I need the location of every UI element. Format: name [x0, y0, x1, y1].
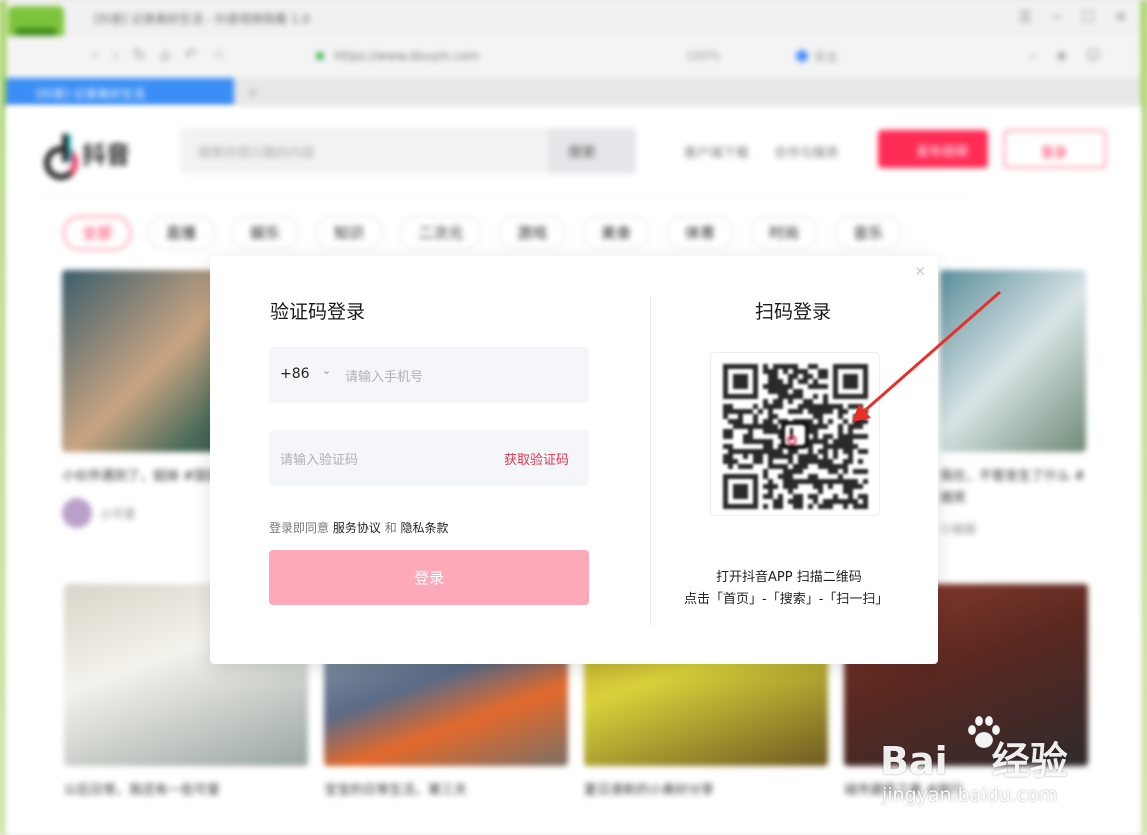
- category-all[interactable]: 全部: [63, 216, 132, 250]
- category-fashion[interactable]: 时尚: [750, 216, 819, 250]
- home-icon[interactable]: ⌂: [160, 45, 170, 64]
- upload-button-label: 发布视频: [916, 145, 969, 160]
- header-login-label: 登录: [1041, 146, 1068, 161]
- toolbar-right: ⌕ ◈ ☺: [1029, 46, 1101, 64]
- secure-icon: [316, 52, 324, 60]
- qr-code-image: [721, 363, 869, 509]
- menu-icon[interactable]: ☰: [1018, 8, 1031, 26]
- avatar[interactable]: [62, 498, 92, 528]
- undo-icon[interactable]: ↶: [184, 45, 197, 64]
- upload-button[interactable]: 发布视频: [878, 130, 988, 168]
- user-icon[interactable]: ☺: [1085, 46, 1101, 64]
- login-button[interactable]: 登录: [269, 550, 589, 605]
- shield-label: 安全: [814, 50, 839, 64]
- agree-and: 和: [384, 521, 397, 535]
- category-food[interactable]: 美食: [582, 216, 651, 250]
- paw-icon: [967, 715, 1001, 749]
- video-title[interactable]: 夏日清新的小美好分享: [584, 780, 828, 802]
- close-window-icon[interactable]: ✕: [1114, 8, 1127, 26]
- phone-placeholder[interactable]: 请输入手机号: [345, 366, 423, 385]
- navigation-bar: ‹ › ↻ ⌂ ↶ ☆ https://www.douyin.com 100% …: [6, 36, 1141, 78]
- extension-icon[interactable]: ◈: [1056, 46, 1068, 64]
- qr-hint-line2: 点击「首页」-「搜索」-「扫一扫」: [684, 592, 889, 607]
- code-placeholder[interactable]: 请输入验证码: [280, 449, 358, 468]
- category-knowledge[interactable]: 知识: [315, 216, 384, 250]
- header-link-download[interactable]: 客户端下载: [684, 142, 749, 161]
- phone-input-field[interactable]: +86 ⌄ 请输入手机号: [269, 347, 589, 403]
- nav-buttons: ‹ › ↻ ⌂ ↶ ☆: [92, 45, 226, 64]
- search-bar[interactable]: 搜索你感兴趣的内容 搜索: [180, 128, 636, 174]
- tab-bar: [抖音] 记录美好生活 +: [6, 78, 1141, 106]
- code-input-field[interactable]: 请输入验证码 获取验证码: [269, 430, 589, 486]
- favorite-icon[interactable]: ☆: [212, 45, 226, 64]
- logo-text: 抖音: [82, 140, 130, 169]
- author-name: 小姐姐: [940, 522, 977, 536]
- category-games[interactable]: 游戏: [498, 216, 567, 250]
- window-border-right: [1141, 0, 1147, 835]
- video-title[interactable]: 宝宝的日常生活，第三天: [324, 780, 568, 802]
- agree-prefix: 登录即同意: [269, 521, 330, 535]
- category-sports[interactable]: 体育: [666, 216, 735, 250]
- header-link-cooperation[interactable]: 合作与服务: [774, 142, 839, 161]
- reload-icon[interactable]: ↻: [133, 45, 146, 64]
- maximize-icon[interactable]: ☐: [1081, 8, 1094, 26]
- shield-icon[interactable]: [796, 50, 808, 62]
- address-bar[interactable]: https://www.douyin.com: [298, 44, 818, 70]
- douyin-logo[interactable]: 抖音: [42, 132, 130, 180]
- header-login-button[interactable]: 登录: [1004, 130, 1106, 168]
- category-anime[interactable]: 二次元: [399, 216, 483, 250]
- url-text[interactable]: https://www.douyin.com: [334, 49, 479, 63]
- window-controls: ☰ ─ ☐ ✕: [1018, 8, 1127, 26]
- title-bar: [抖音] 记录美好生活 - 抖音视频观看 1.0 ☰ ─ ☐ ✕: [6, 0, 1141, 36]
- search-toolbar-icon[interactable]: ⌕: [1029, 46, 1037, 64]
- dialog-divider: [650, 296, 651, 626]
- video-author[interactable]: 小姐姐: [940, 520, 1086, 537]
- category-bar: 全部 直播 娱乐 知识 二次元 游戏 美食 体育 时尚 音乐: [63, 216, 903, 250]
- tab-title: [抖音] 记录美好生活: [36, 87, 146, 101]
- privacy-link[interactable]: 隐私条款: [401, 521, 449, 535]
- minimize-icon[interactable]: ─: [1052, 8, 1061, 26]
- watermark-url: jingyan.baidu.com: [882, 784, 1058, 806]
- qr-code[interactable]: [710, 352, 880, 516]
- back-icon[interactable]: ‹: [92, 45, 98, 64]
- video-thumbnail[interactable]: [940, 270, 1086, 452]
- zoom-level[interactable]: 100%: [686, 49, 720, 63]
- new-tab-icon[interactable]: +: [246, 83, 259, 102]
- terms-link[interactable]: 服务协议: [333, 521, 381, 535]
- search-placeholder: 搜索你感兴趣的内容: [198, 146, 316, 161]
- qr-hint-line1: 打开抖音APP 扫描二维码: [716, 570, 862, 585]
- search-button-label: 搜索: [568, 145, 596, 161]
- sms-login-title: 验证码登录: [270, 301, 366, 323]
- login-button-label: 登录: [413, 569, 444, 587]
- qr-login-title: 扫码登录: [755, 301, 832, 323]
- video-title[interactable]: 我在，不管发生了什么 #搞笑: [940, 466, 1086, 510]
- header-divider: [42, 196, 962, 197]
- forward-icon[interactable]: ›: [112, 45, 118, 64]
- category-entertainment[interactable]: 娱乐: [231, 216, 300, 250]
- author-name: 小可爱: [100, 506, 137, 521]
- video-title[interactable]: 以后日常，我还有一些可爱: [64, 780, 308, 802]
- window-title: [抖音] 记录美好生活 - 抖音视频观看 1.0: [94, 12, 311, 26]
- search-button[interactable]: 搜索: [548, 128, 636, 174]
- category-live[interactable]: 直播: [147, 216, 216, 250]
- category-music[interactable]: 音乐: [834, 216, 903, 250]
- douyin-logo-icon: [42, 132, 78, 180]
- tab-douyin[interactable]: [抖音] 记录美好生活: [6, 78, 234, 106]
- video-card[interactable]: 我在，不管发生了什么 #搞笑 小姐姐: [940, 270, 1086, 537]
- country-code-select[interactable]: +86: [280, 366, 310, 382]
- chevron-down-icon[interactable]: ⌄: [322, 364, 331, 377]
- agreement-text: 登录即同意 服务协议 和 隐私条款: [269, 519, 449, 536]
- close-icon[interactable]: ✕: [914, 264, 926, 280]
- login-dialog: ✕ 验证码登录 +86 ⌄ 请输入手机号 请输入验证码 获取验证码 登录即同意 …: [210, 256, 938, 664]
- baidu-watermark: Bai 经验 jingyan.baidu.com: [880, 712, 1090, 812]
- get-code-button[interactable]: 获取验证码: [504, 449, 569, 468]
